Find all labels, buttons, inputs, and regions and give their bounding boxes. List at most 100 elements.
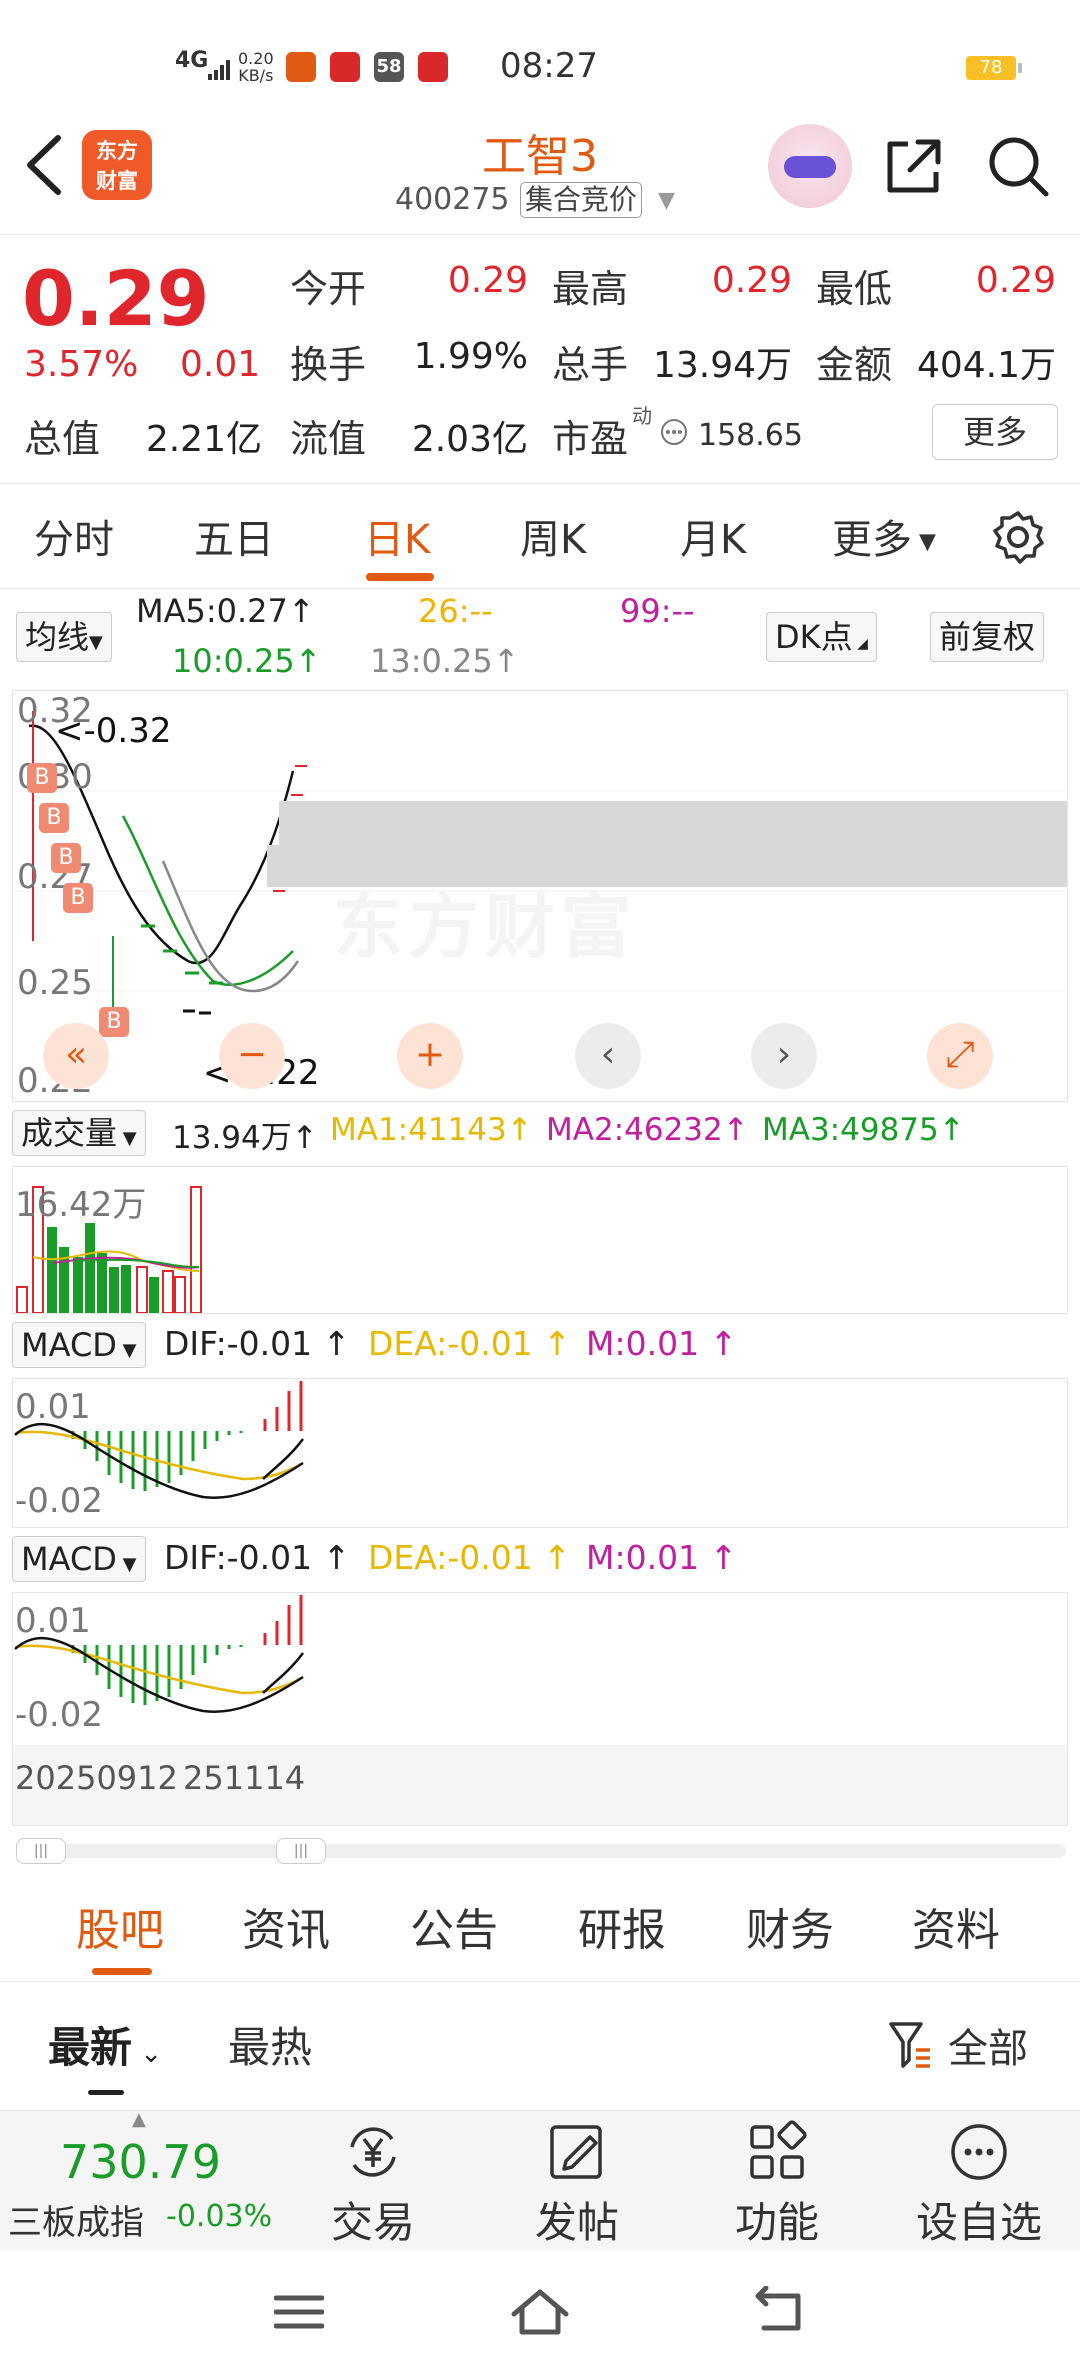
share-icon[interactable] [882,134,946,198]
macd-plot [14,1381,304,1499]
signal-icon [208,60,230,80]
eastmoney-logo: 东方 财富 [82,130,152,200]
tab-profile[interactable]: 资料 [912,1894,1000,1958]
more-quote-button[interactable]: 更多 [932,404,1058,460]
buy-marker[interactable]: B [63,883,93,913]
macd-m: M:0.01 ↑ [586,1324,738,1363]
ma10-value: 10:0.25↑ [172,642,322,680]
low-value: 0.29 [975,260,1056,301]
back-nav-icon[interactable] [752,2286,806,2336]
stock-code: 400275 [395,182,510,217]
pe-label: 市盈 [552,417,629,461]
kline-chart[interactable]: 东方财富 0.32 0.30 0.27 0.25 0.22 <-0.32 <-0… [12,690,1068,1102]
buy-marker[interactable]: B [99,1007,129,1037]
net-speed-unit: KB/s [238,66,274,85]
swallow-app-icon [330,52,360,82]
tab-daily-k[interactable]: 日K [364,507,430,565]
auction-tag[interactable]: 集合竞价 [520,182,643,218]
ai-assistant-icon[interactable] [768,124,852,208]
volume-label: 总手 [552,343,629,387]
filter-all[interactable]: 全部 [948,2016,1028,2074]
caret-down-icon: ▼ [117,1128,137,1149]
ma13-value: 13:0.25↑ [370,642,520,680]
macd-chart[interactable]: 0.01 -0.02 [12,1378,1068,1528]
tab-news[interactable]: 资讯 [242,1894,330,1958]
adjust-price-button[interactable]: 前复权 [930,612,1045,662]
zoom-out-button[interactable]: − [219,1023,285,1089]
scroll-start-button[interactable]: « [43,1023,109,1089]
search-icon[interactable] [986,134,1050,198]
menu-icon[interactable] [274,2292,324,2332]
tab-weekly-k[interactable]: 周K [520,507,586,565]
sort-hot[interactable]: 最热 [228,2014,312,2075]
scroll-left-button[interactable]: ‹ [575,1023,641,1089]
date-axis-start: 20250912 [15,1759,178,1797]
scroll-handle-left[interactable]: ||| [16,1838,66,1864]
index-ticker[interactable]: ▲ 730.79 三板成指 -0.03% [0,2109,290,2251]
tab-financials[interactable]: 财务 [746,1894,834,1958]
macd-dif: DIF:-0.01 ↑ [164,1324,351,1363]
edit-icon [550,2125,602,2179]
caret-down-icon[interactable]: ▼ [658,188,675,213]
dk-point-button[interactable]: DK点 ◢ [766,612,877,662]
macd2-dif: DIF:-0.01 ↑ [164,1538,351,1577]
macd2-dea: DEA:-0.01 ↑ [368,1538,571,1577]
clock: 08:27 [500,46,598,86]
home-icon[interactable] [510,2286,570,2336]
fullscreen-button[interactable]: ⤢ [927,1023,993,1089]
indicator-select-ma[interactable]: 均线▼ [16,612,112,662]
high-value: 0.29 [711,260,792,301]
chart-scrollbar[interactable] [16,1844,1066,1858]
macd2-bottom-label: -0.02 [15,1695,103,1735]
sort-latest[interactable]: 最新 ⌄ [48,2014,162,2075]
macd2-plot [14,1595,304,1713]
tab-more[interactable]: 更多 ▼ [832,507,936,565]
turnover-value: 1.99% [413,336,528,377]
tab-five-day[interactable]: 五日 [194,507,274,565]
buy-marker[interactable]: B [39,803,69,833]
status-bar: 4G 0.20 KB/s 58 08:27 78 [0,0,1080,120]
chevron-down-icon: ⌄ [132,2039,163,2069]
gear-icon[interactable] [990,509,1046,565]
indicator-select-macd[interactable]: MACD ▼ [12,1322,146,1368]
sort-row: 最新 ⌄ 最热 全部 [0,1984,1080,2110]
battery-icon: 78 [966,56,1022,80]
volume-value-label: 13.94万↑ [172,1120,318,1156]
volume-ma3: MA3:49875↑ [762,1112,965,1148]
app-58-icon: 58 [374,52,404,82]
sort-indicator [88,2090,124,2095]
scroll-right-button[interactable]: › [751,1023,817,1089]
y-tick: 0.25 [17,963,93,1003]
buy-marker[interactable]: B [51,843,81,873]
tab-research[interactable]: 研报 [578,1894,666,1958]
filter-icon[interactable] [888,2020,932,2070]
buy-marker[interactable]: B [27,763,57,793]
amount-value: 404.1万 [916,345,1056,386]
volume-ma2: MA2:46232↑ [546,1112,749,1148]
macd-dea: DEA:-0.01 ↑ [368,1324,571,1363]
float-cap-value: 2.03亿 [411,419,528,460]
tab-forum[interactable]: 股吧 [76,1894,164,1958]
volume-chart[interactable]: 16.42万 [12,1166,1068,1314]
tab-monthly-k[interactable]: 月K [680,507,746,565]
functions-button[interactable]: 功能 [702,2119,852,2250]
tab-announcements[interactable]: 公告 [410,1894,498,1958]
macd-chart-2[interactable]: 0.01 -0.02 20250912 251114 [12,1592,1068,1826]
post-button[interactable]: 发帖 [502,2119,652,2250]
back-button[interactable] [20,130,80,200]
macd-bottom-label: -0.02 [15,1481,103,1521]
zoom-in-button[interactable]: + [397,1023,463,1089]
period-tabs: 分时 五日 日K 周K 月K 更多 ▼ [0,485,1080,589]
info-dots-icon[interactable] [660,418,688,446]
tab-intraday[interactable]: 分时 [34,507,114,565]
high-marker-label: <-0.32 [55,711,172,751]
caret-down-icon: ▼ [89,632,103,653]
add-watchlist-button[interactable]: 设自选 [904,2119,1054,2250]
indicator-select-macd-2[interactable]: MACD ▼ [12,1536,146,1582]
scroll-handle-right[interactable]: ||| [276,1838,326,1864]
macd-top-label: 0.01 [15,1387,91,1427]
amount-label: 金额 [816,343,893,387]
camera-app-icon [286,52,316,82]
indicator-select-volume[interactable]: 成交量 ▼ [12,1110,146,1156]
trade-button[interactable]: 交易 [298,2119,448,2250]
